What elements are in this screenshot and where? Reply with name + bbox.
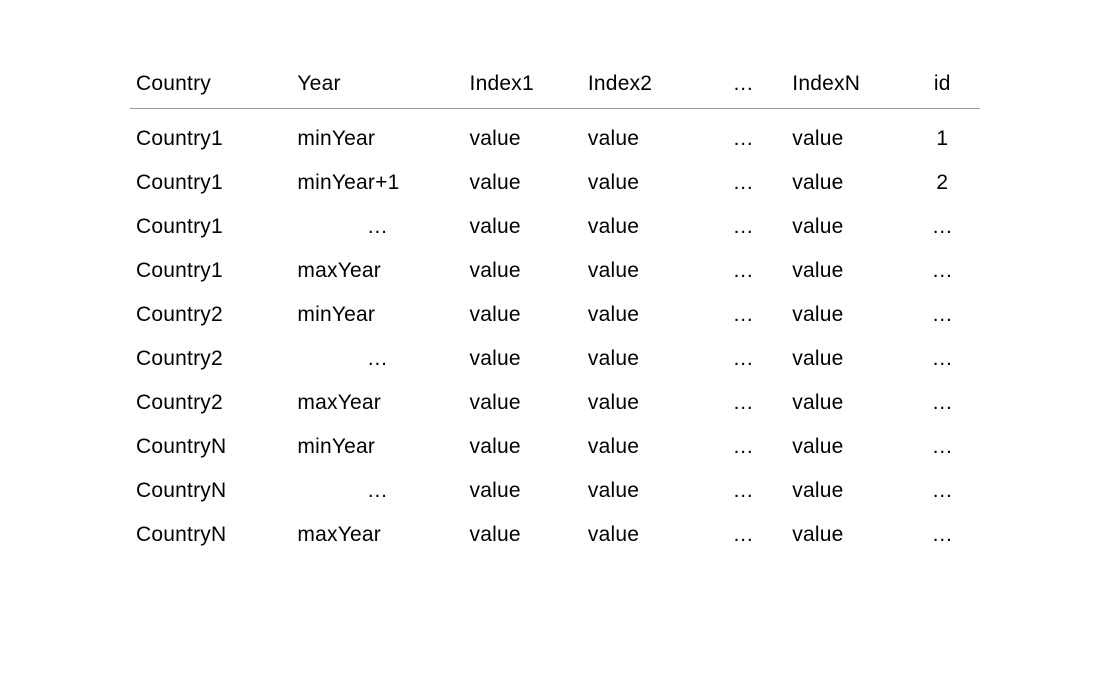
cell-country: Country1 <box>130 205 291 249</box>
cell-id: … <box>905 249 980 293</box>
cell-indexn: value <box>786 293 904 337</box>
cell-country: CountryN <box>130 513 291 557</box>
header-year: Year <box>291 60 463 109</box>
table-row: CountryN maxYear value value … value … <box>130 513 980 557</box>
cell-indexn: value <box>786 249 904 293</box>
cell-ellipsis: … <box>700 469 786 513</box>
cell-index1: value <box>464 161 582 205</box>
header-id: id <box>905 60 980 109</box>
header-ellipsis: … <box>700 60 786 109</box>
cell-index2: value <box>582 249 700 293</box>
cell-index1: value <box>464 249 582 293</box>
cell-indexn: value <box>786 337 904 381</box>
cell-id: … <box>905 293 980 337</box>
cell-indexn: value <box>786 513 904 557</box>
table-row: Country1 minYear value value … value 1 <box>130 109 980 162</box>
cell-id: … <box>905 513 980 557</box>
header-index2: Index2 <box>582 60 700 109</box>
cell-id: 2 <box>905 161 980 205</box>
cell-index2: value <box>582 161 700 205</box>
header-indexn: IndexN <box>786 60 904 109</box>
cell-indexn: value <box>786 205 904 249</box>
cell-year: … <box>291 469 463 513</box>
table-row: Country2 … value value … value … <box>130 337 980 381</box>
cell-ellipsis: … <box>700 513 786 557</box>
header-country: Country <box>130 60 291 109</box>
cell-index2: value <box>582 337 700 381</box>
cell-index1: value <box>464 381 582 425</box>
cell-country: CountryN <box>130 425 291 469</box>
cell-ellipsis: … <box>700 337 786 381</box>
cell-year: minYear <box>291 293 463 337</box>
cell-ellipsis: … <box>700 293 786 337</box>
header-index1: Index1 <box>464 60 582 109</box>
cell-country: Country2 <box>130 293 291 337</box>
cell-year: minYear+1 <box>291 161 463 205</box>
cell-index1: value <box>464 469 582 513</box>
table-header-row: Country Year Index1 Index2 … IndexN id <box>130 60 980 109</box>
cell-year: minYear <box>291 425 463 469</box>
cell-id: … <box>905 337 980 381</box>
cell-id: … <box>905 205 980 249</box>
cell-index2: value <box>582 381 700 425</box>
cell-ellipsis: … <box>700 109 786 162</box>
cell-year: maxYear <box>291 249 463 293</box>
cell-id: … <box>905 469 980 513</box>
cell-ellipsis: … <box>700 425 786 469</box>
cell-index1: value <box>464 293 582 337</box>
cell-year: maxYear <box>291 513 463 557</box>
cell-index2: value <box>582 109 700 162</box>
cell-country: CountryN <box>130 469 291 513</box>
table-row: Country1 maxYear value value … value … <box>130 249 980 293</box>
cell-indexn: value <box>786 425 904 469</box>
cell-indexn: value <box>786 381 904 425</box>
cell-id: … <box>905 425 980 469</box>
cell-id: … <box>905 381 980 425</box>
table-row: Country1 … value value … value … <box>130 205 980 249</box>
cell-indexn: value <box>786 161 904 205</box>
cell-index2: value <box>582 513 700 557</box>
cell-country: Country1 <box>130 109 291 162</box>
cell-index1: value <box>464 109 582 162</box>
cell-index2: value <box>582 293 700 337</box>
cell-index1: value <box>464 205 582 249</box>
cell-year: maxYear <box>291 381 463 425</box>
cell-ellipsis: … <box>700 381 786 425</box>
cell-year: … <box>291 337 463 381</box>
cell-id: 1 <box>905 109 980 162</box>
cell-country: Country2 <box>130 381 291 425</box>
table-row: Country1 minYear+1 value value … value 2 <box>130 161 980 205</box>
cell-country: Country1 <box>130 249 291 293</box>
cell-year: minYear <box>291 109 463 162</box>
cell-indexn: value <box>786 109 904 162</box>
cell-indexn: value <box>786 469 904 513</box>
table-row: CountryN … value value … value … <box>130 469 980 513</box>
table-row: Country2 minYear value value … value … <box>130 293 980 337</box>
table-row: Country2 maxYear value value … value … <box>130 381 980 425</box>
cell-ellipsis: … <box>700 249 786 293</box>
cell-index2: value <box>582 205 700 249</box>
data-schema-table: Country Year Index1 Index2 … IndexN id C… <box>130 60 980 557</box>
cell-index2: value <box>582 469 700 513</box>
cell-ellipsis: … <box>700 161 786 205</box>
cell-year: … <box>291 205 463 249</box>
cell-country: Country1 <box>130 161 291 205</box>
cell-index1: value <box>464 425 582 469</box>
cell-index2: value <box>582 425 700 469</box>
table-row: CountryN minYear value value … value … <box>130 425 980 469</box>
cell-index1: value <box>464 337 582 381</box>
cell-country: Country2 <box>130 337 291 381</box>
cell-ellipsis: … <box>700 205 786 249</box>
cell-index1: value <box>464 513 582 557</box>
